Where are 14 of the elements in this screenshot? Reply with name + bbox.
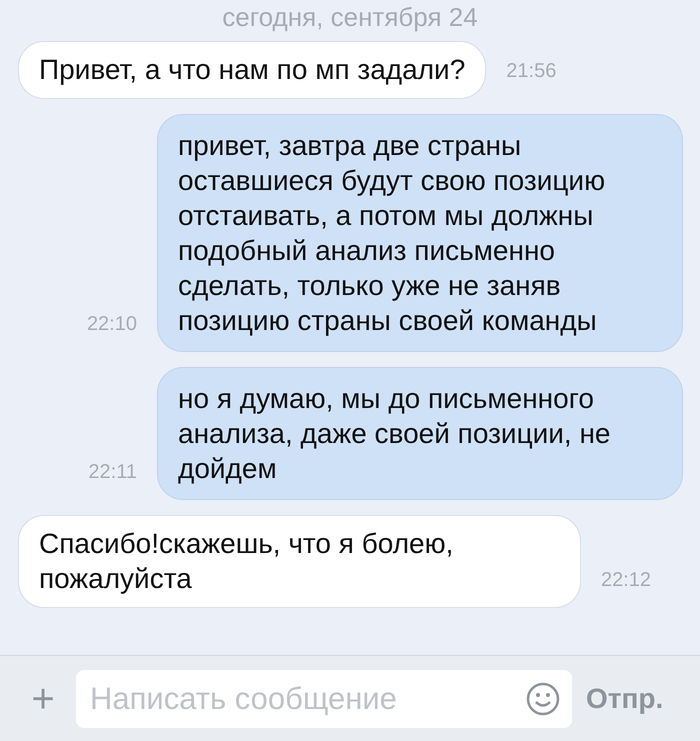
message-bubble: Спасибо!скажешь, что я болею, пожалуйста [18, 515, 581, 608]
smiley-icon[interactable] [526, 682, 560, 716]
message-time: 22:10 [86, 313, 137, 336]
message-time: 22:11 [88, 461, 137, 484]
message-bubble: Привет, а что нам по мп задали? [18, 41, 486, 99]
message-time: 22:12 [601, 569, 652, 592]
date-header: сегодня, сентября 24 [222, 4, 478, 30]
message-field[interactable]: Написать сообщение [76, 670, 572, 728]
message-bubble: привет, завтра две страны оставшиеся будут свою позицию отстаивать, а потом мы должны подобный анализ письменно сделать, только уже не заняв позицию страны своей команды [157, 114, 683, 352]
message-input[interactable]: Написать сообщение [90, 680, 526, 716]
message-time: 21:56 [506, 60, 556, 83]
send-button[interactable]: Отпр. [586, 682, 664, 714]
message-bubble: но я думаю, мы до письменного анализа, даже своей позиции, не дойдем [157, 367, 683, 500]
attach-button[interactable]: + [24, 678, 62, 718]
